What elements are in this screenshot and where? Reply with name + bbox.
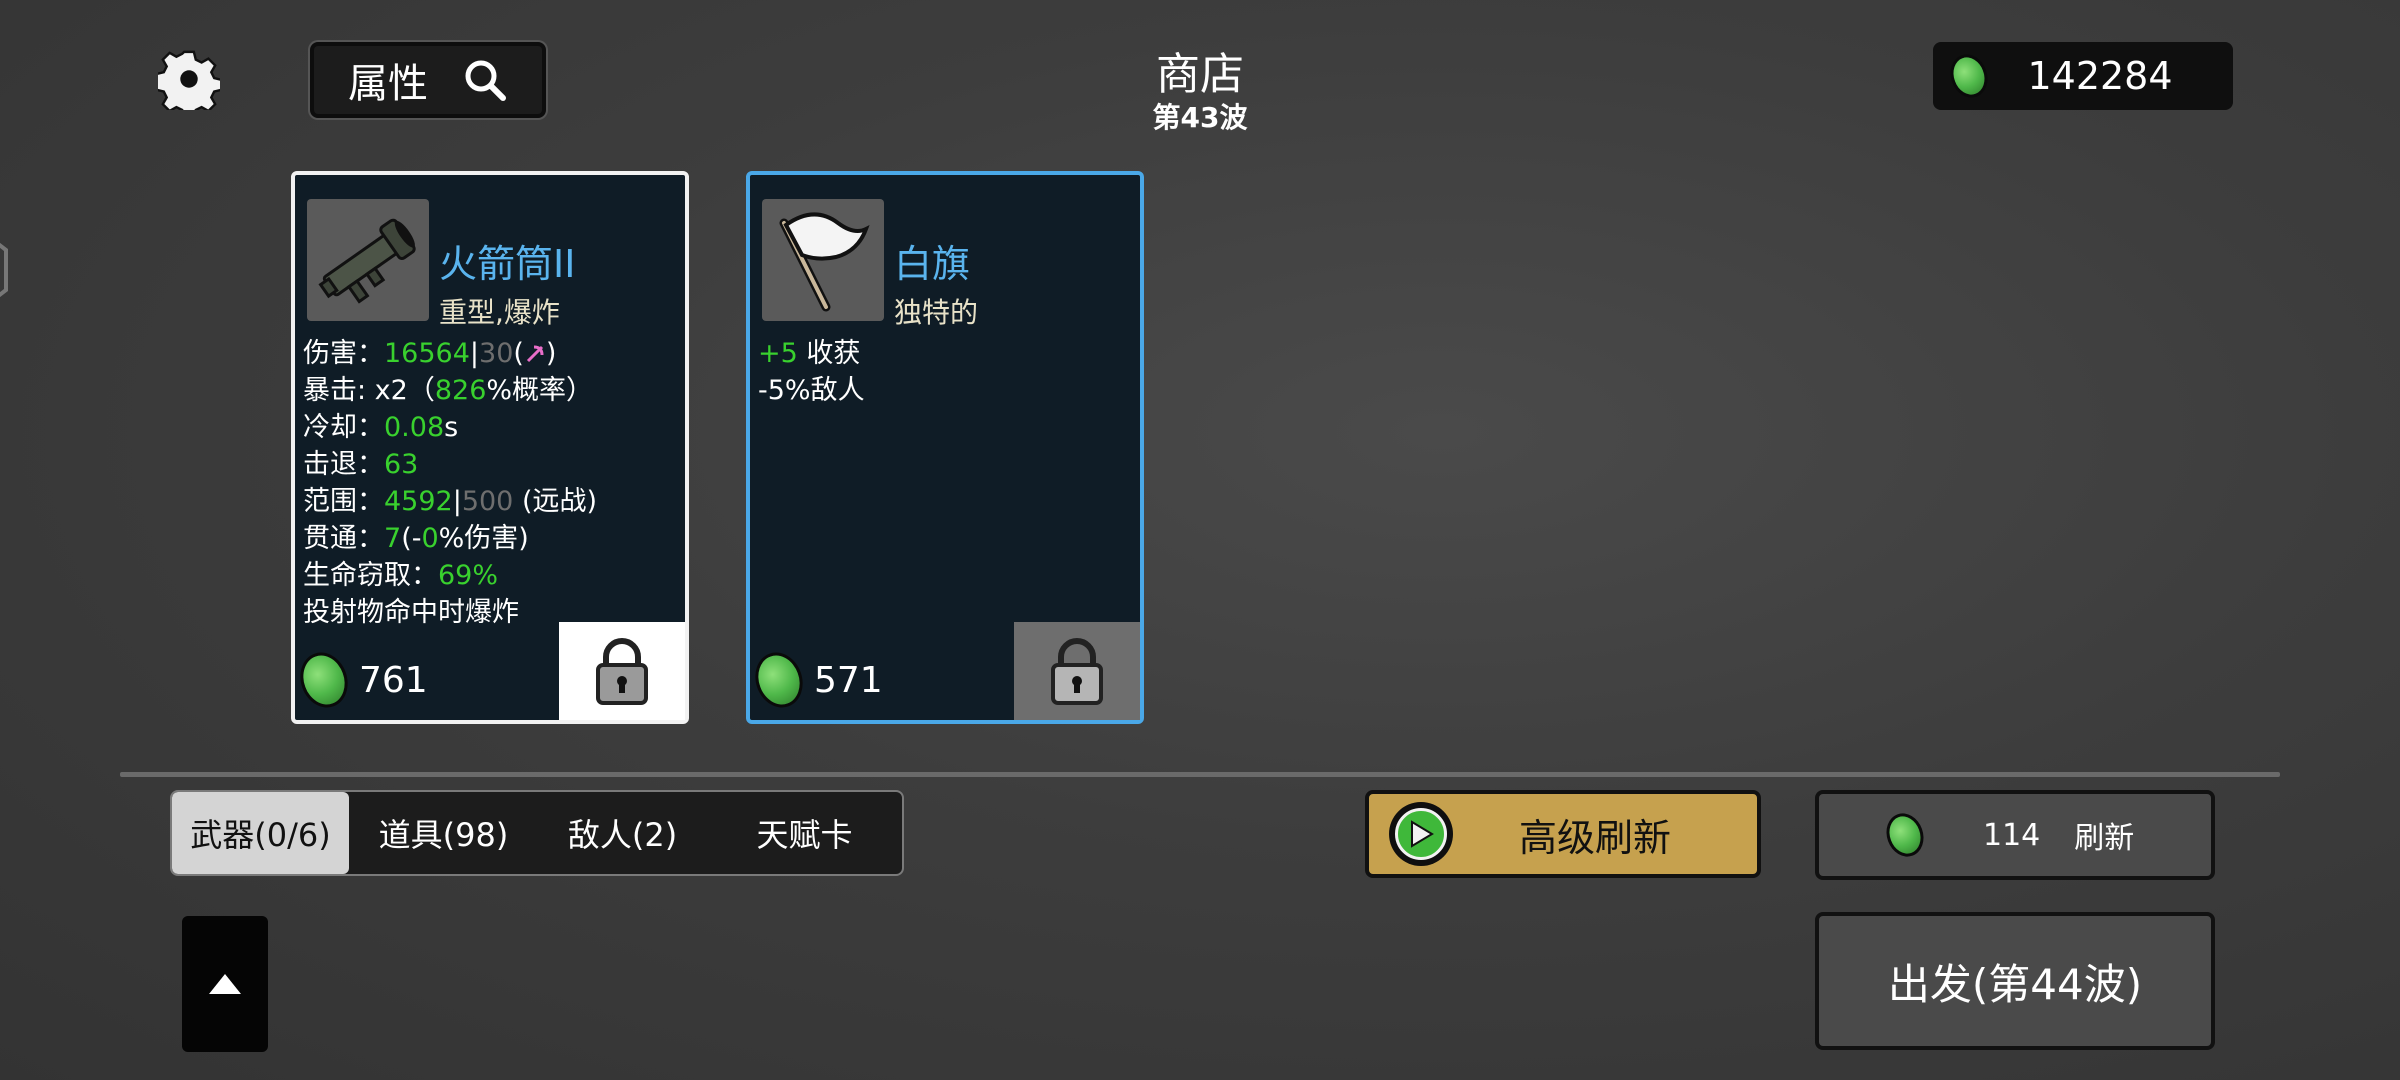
item-stats: +5 收获 -5%敌人: [758, 335, 865, 409]
item-price: 761: [292, 645, 428, 715]
stat-damage: 伤害：16564|30(): [303, 338, 557, 369]
item-price: 571: [747, 645, 883, 715]
advanced-refresh-label: 高级刷新: [1518, 815, 1671, 860]
price-value: 571: [814, 659, 883, 701]
advanced-refresh-button[interactable]: 高级刷新: [1365, 790, 1761, 878]
stat-lifesteal: 生命窃取：69%: [303, 560, 499, 591]
stat-knockback: 击退：63: [303, 449, 419, 480]
depart-button[interactable]: 出发(第44波): [1815, 912, 2215, 1050]
ranged-weapon-icon: [526, 345, 544, 363]
refresh-button[interactable]: 114 刷新: [1815, 790, 2215, 880]
play-icon: [1389, 802, 1453, 866]
refresh-label: 刷新: [2074, 821, 2135, 856]
page-title: 商店: [1156, 49, 1244, 100]
item-name: 白旗: [894, 242, 971, 286]
triangle-up-icon: [209, 974, 241, 994]
shop-item-card[interactable]: 白旗 独特的 +5 收获 -5%敌人 571: [746, 171, 1144, 724]
attributes-button[interactable]: 属性: [310, 42, 546, 118]
tab-enemies[interactable]: 敌人(2): [538, 792, 707, 874]
white-flag-icon: [762, 199, 884, 321]
tab-talent-cards[interactable]: 天赋卡: [707, 792, 902, 874]
shop-item-card[interactable]: 火箭筒II 重型,爆炸 伤害：16564|30() 暴击: x2（826%概率）…: [291, 171, 689, 724]
lock-icon: [1051, 638, 1103, 705]
stat-crit: 暴击: x2（826%概率）: [303, 375, 594, 406]
price-value: 761: [359, 659, 428, 701]
item-stats: 伤害：16564|30() 暴击: x2（826%概率） 冷却：0.08s 击退…: [303, 335, 597, 631]
tab-weapons[interactable]: 武器(0/6): [172, 792, 350, 874]
side-hex-shape: [0, 242, 8, 298]
lock-button[interactable]: [1014, 622, 1140, 720]
wave-indicator: 第43波: [1152, 101, 1248, 134]
gear-icon[interactable]: [158, 48, 220, 110]
stat-harvest: +5 收获: [758, 338, 861, 369]
coin-icon: [747, 645, 811, 715]
coin-icon: [1880, 808, 1930, 862]
search-icon: [465, 60, 506, 101]
item-tags: 重型,爆炸: [439, 296, 560, 329]
expand-up-button[interactable]: [182, 916, 268, 1052]
stat-cooldown: 冷却：0.08s: [303, 412, 459, 443]
item-name: 火箭筒II: [439, 242, 576, 286]
category-tabs: 武器(0/6) 道具(98) 敌人(2) 天赋卡: [170, 790, 904, 876]
stat-effect: 投射物命中时爆炸: [303, 597, 519, 628]
stat-range: 范围：4592|500 (远战): [303, 486, 598, 517]
gold-amount: 142284: [2027, 54, 2173, 98]
lock-icon: [596, 638, 648, 705]
stat-enemies: -5%敌人: [758, 375, 865, 406]
section-divider: [120, 772, 2280, 777]
lock-button[interactable]: [559, 622, 685, 720]
rocket-launcher-icon: [307, 199, 429, 321]
gold-counter: 142284: [1933, 42, 2233, 110]
stat-pierce: 贯通：7(-0%伤害): [303, 523, 529, 554]
attributes-label: 属性: [348, 61, 428, 107]
refresh-cost: 114: [1983, 817, 2041, 853]
coin-icon: [292, 645, 356, 715]
item-tags: 独特的: [894, 296, 979, 329]
tab-items[interactable]: 道具(98): [349, 792, 538, 874]
